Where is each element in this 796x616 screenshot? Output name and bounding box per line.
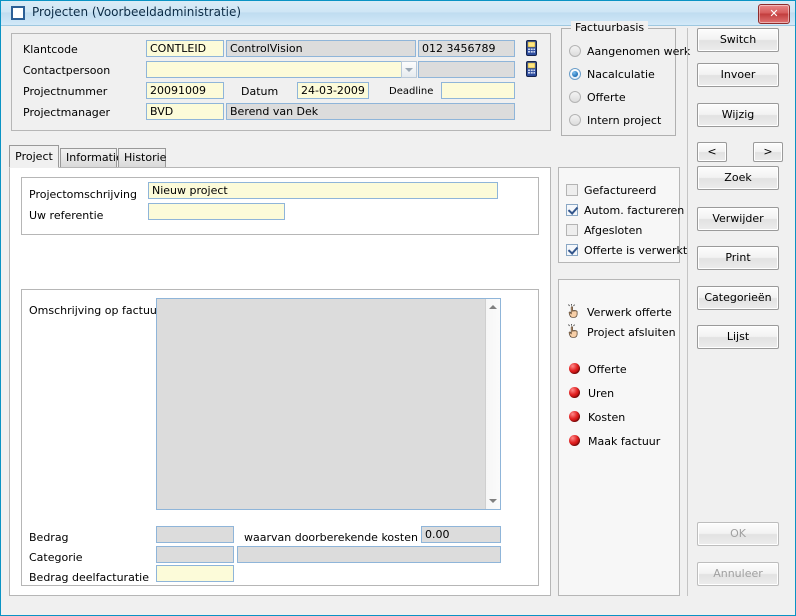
datum-field[interactable]: 24-03-2009 [297, 82, 369, 99]
label-bedrag-deelfacturatie: Bedrag deelfacturatie [29, 571, 149, 584]
radio-indicator [569, 114, 581, 126]
checkbox-label: Offerte is verwerkt [584, 244, 688, 257]
label-contactpersoon: Contactpersoon [23, 64, 111, 77]
verwijder-button[interactable]: Verwijder [697, 207, 779, 231]
indicator-label-kosten: Kosten [588, 411, 626, 424]
label-bedrag: Bedrag [29, 531, 69, 544]
tab-historie[interactable]: Historie [118, 148, 166, 168]
checkbox-offerte-is-verwerkt[interactable]: Offerte is verwerkt [566, 244, 687, 257]
action-project-afsluiten[interactable]: Project afsluiten [587, 326, 676, 339]
red-led-icon-offerte[interactable] [569, 363, 580, 374]
radio-offerte[interactable]: Offerte [569, 91, 626, 104]
projectmanager-code-field[interactable]: BVD [146, 103, 224, 120]
contactpersoon-field[interactable] [146, 61, 416, 78]
categorie-code-field [156, 546, 234, 563]
checkbox-label: Gefactureerd [584, 184, 657, 197]
contactpersoon-dropdown-button[interactable] [401, 61, 417, 78]
label-datum: Datum [241, 85, 279, 98]
zoek-button[interactable]: Zoek [697, 166, 779, 190]
label-projectomschrijving: Projectomschrijving [29, 188, 137, 201]
checkbox-autom-factureren[interactable]: Autom. factureren [566, 204, 684, 217]
radio-aangenomen-werk[interactable]: Aangenomen werk [569, 45, 690, 58]
projectomschrijving-field[interactable]: Nieuw project [148, 182, 498, 199]
radio-indicator [569, 68, 581, 80]
mobile-phone-icon[interactable] [526, 40, 537, 56]
tab-project[interactable]: Project [9, 145, 59, 168]
label-projectnummer: Projectnummer [23, 85, 108, 98]
checkbox-gefactureerd[interactable]: Gefactureerd [566, 184, 656, 197]
label-uw-referentie: Uw referentie [29, 209, 104, 222]
checkbox-afgesloten[interactable]: Afgesloten [566, 224, 642, 237]
doorberekende-kosten-field: 0.00 [421, 526, 501, 543]
checkbox-indicator [566, 184, 578, 196]
switch-button[interactable]: Switch [697, 28, 779, 52]
label-deadline: Deadline [389, 86, 434, 97]
bedrag-field [156, 526, 234, 543]
pointing-hand-click-icon[interactable] [567, 304, 580, 318]
mobile-phone-icon-contact[interactable] [526, 61, 537, 77]
projectmanager-naam-field: Berend van Dek [226, 103, 515, 120]
page-title: Projecten (Voorbeeldadministratie) [32, 5, 242, 19]
scroll-up-icon[interactable] [489, 305, 497, 309]
red-led-icon-uren[interactable] [569, 387, 580, 398]
radio-label: Intern project [587, 114, 662, 127]
next-button[interactable]: > [753, 142, 783, 162]
scroll-down-icon[interactable] [489, 499, 497, 503]
checkbox-indicator [566, 224, 578, 236]
radio-label: Offerte [587, 91, 626, 104]
indicator-label-maak-factuur: Maak factuur [588, 435, 661, 448]
radio-indicator [569, 91, 581, 103]
klant-telefoon-field: 012 3456789 [418, 40, 515, 57]
tab-informatie[interactable]: Informatie [60, 148, 123, 168]
wijzig-button[interactable]: Wijzig [697, 103, 779, 127]
print-button[interactable]: Print [697, 246, 779, 270]
klantcode-field[interactable]: CONTLEID [146, 40, 224, 57]
indicator-label-offerte: Offerte [588, 363, 627, 376]
label-omschrijving-op-factuur: Omschrijving op factuur [29, 304, 162, 317]
radio-label: Aangenomen werk [587, 45, 691, 58]
bedrag-deelfacturatie-field[interactable] [156, 565, 234, 582]
projecten-window: Projecten (Voorbeeldadministratie) ✕ Kla… [0, 0, 796, 616]
klantnaam-field: ControlVision [226, 40, 416, 57]
omschrijving-factuur-textarea[interactable] [156, 298, 501, 510]
action-label: Verwerk offerte [587, 306, 672, 319]
ok-button[interactable]: OK [697, 522, 779, 546]
radio-nacalculatie[interactable]: Nacalculatie [569, 68, 655, 81]
label-doorberekende-kosten: waarvan doorberekende kosten [244, 531, 418, 544]
close-icon[interactable]: ✕ [758, 4, 790, 24]
action-label: Project afsluiten [587, 326, 676, 339]
checkbox-indicator [566, 204, 578, 216]
categorie-naam-field [237, 546, 501, 563]
red-led-icon-kosten[interactable] [569, 411, 580, 422]
radio-indicator [569, 45, 581, 57]
uw-referentie-field[interactable] [148, 203, 285, 220]
sidebar-divider [687, 28, 688, 596]
pointing-hand-click-icon-2[interactable] [567, 324, 580, 338]
deadline-field[interactable] [441, 82, 515, 99]
factuurbasis-legend: Factuurbasis [571, 21, 649, 34]
label-categorie: Categorie [29, 551, 83, 564]
title-bar: Projecten (Voorbeeldadministratie) ✕ [1, 1, 795, 26]
checkbox-label: Afgesloten [584, 224, 643, 237]
label-projectmanager: Projectmanager [23, 106, 111, 119]
checkbox-label: Autom. factureren [584, 204, 685, 217]
indicator-label-uren: Uren [588, 387, 615, 400]
radio-intern-project[interactable]: Intern project [569, 114, 661, 127]
action-verwerk-offerte[interactable]: Verwerk offerte [587, 306, 672, 319]
contact-telefoon-field [418, 61, 515, 78]
prev-button[interactable]: < [697, 142, 727, 162]
radio-label: Nacalculatie [587, 68, 655, 81]
invoer-button[interactable]: Invoer [697, 63, 779, 87]
annuleer-button[interactable]: Annuleer [697, 562, 779, 586]
projectnummer-field[interactable]: 20091009 [146, 82, 224, 99]
red-led-icon-maak-factuur[interactable] [569, 435, 580, 446]
label-klantcode: Klantcode [23, 43, 78, 56]
memo-scrollbar[interactable] [485, 299, 500, 509]
categorieen-button[interactable]: Categorieën [697, 286, 779, 310]
window-square-icon [11, 6, 25, 20]
checkbox-indicator [566, 244, 578, 256]
lijst-button[interactable]: Lijst [697, 325, 779, 349]
